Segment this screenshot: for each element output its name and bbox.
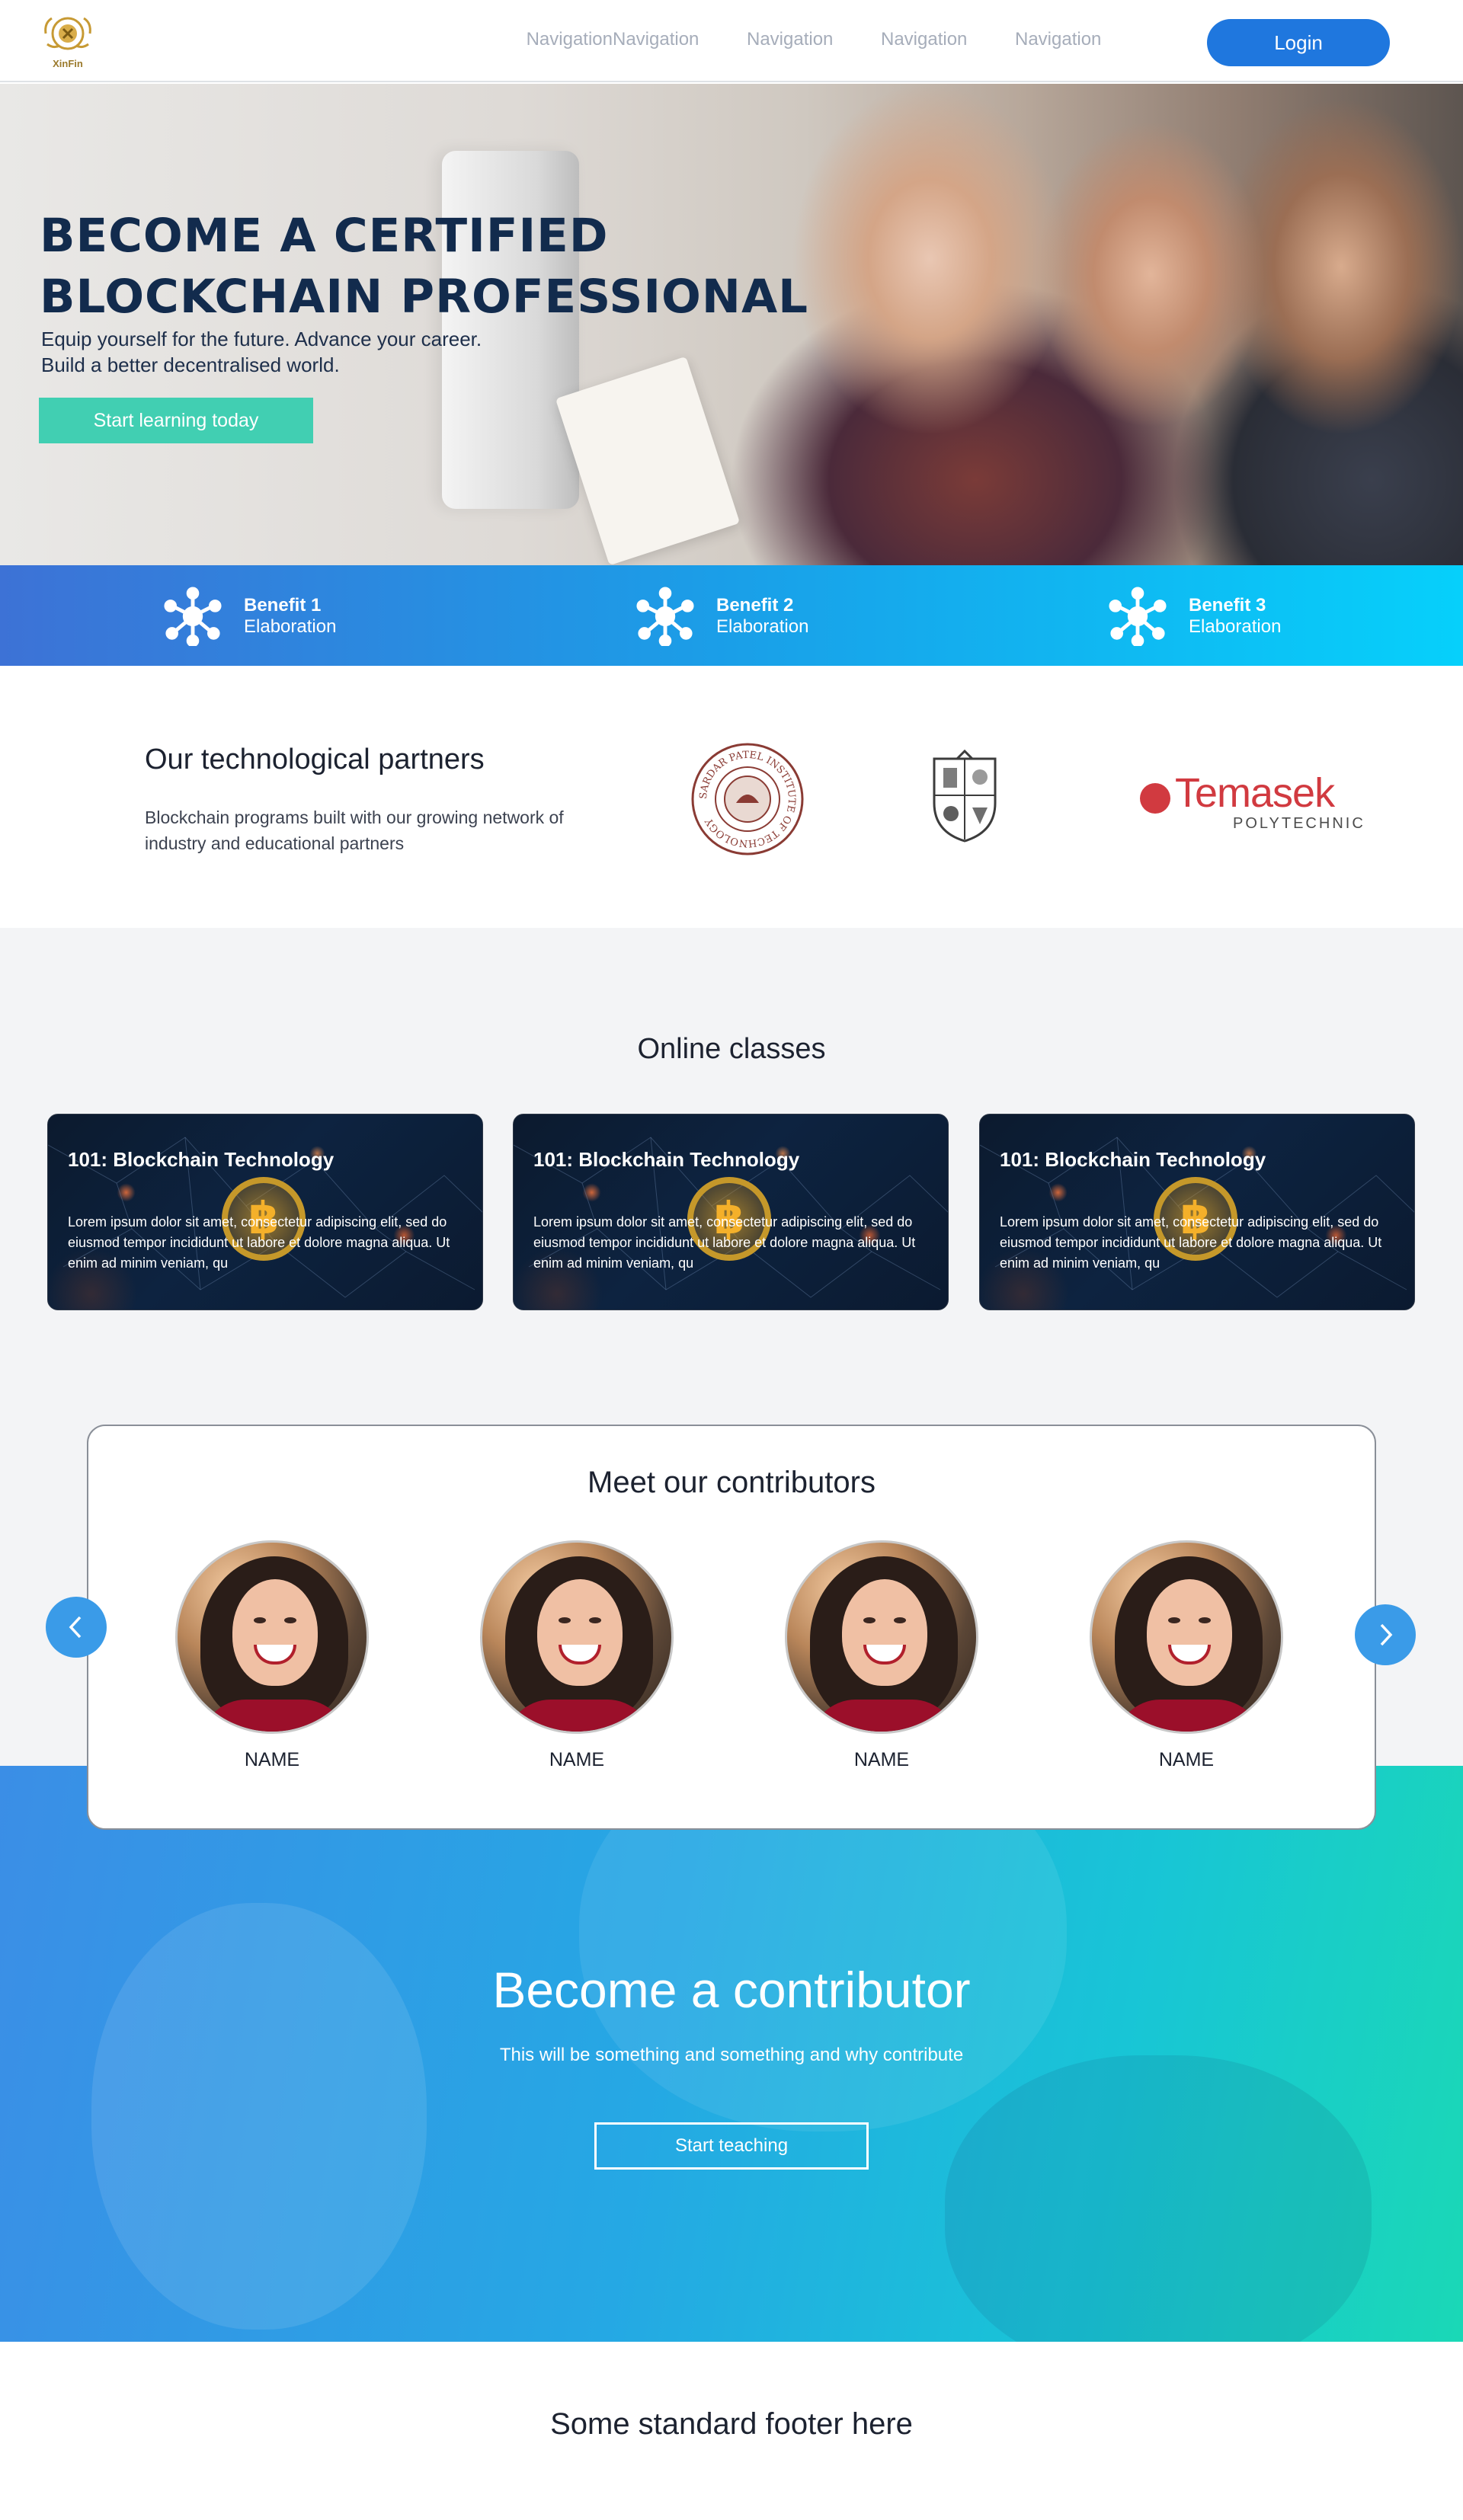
class-card-title: 101: Blockchain Technology xyxy=(68,1148,335,1171)
partners-title: Our technological partners xyxy=(145,744,485,776)
logo-text: XinFin xyxy=(53,58,83,69)
contributors-title: Meet our contributors xyxy=(587,1466,876,1499)
contributor-name: NAME xyxy=(244,1749,300,1770)
contributor-card[interactable]: NAME xyxy=(1090,1540,1283,1771)
start-learning-button[interactable]: Start learning today xyxy=(39,398,313,443)
footer-text: Some standard footer here xyxy=(550,2407,913,2441)
benefit-description: Elaboration xyxy=(244,616,337,637)
hero-subtitle-line-2: Build a better decentralised world. xyxy=(41,353,340,376)
benefit-2: Benefit 2 Elaboration xyxy=(635,587,808,646)
login-button[interactable]: Login xyxy=(1207,19,1390,66)
xinfin-logo[interactable]: XinFin xyxy=(41,14,94,70)
benefit-3-text: Benefit 3 Elaboration xyxy=(1189,595,1281,638)
hero-title-line-1: BECOME A CERTIFIED xyxy=(40,209,609,263)
hero-subtitle: Equip yourself for the future. Advance y… xyxy=(41,326,482,378)
nav-item-2[interactable]: Navigation xyxy=(613,29,747,50)
class-card-description: Lorem ipsum dolor sit amet, consectetur … xyxy=(1000,1214,1382,1271)
start-teaching-button[interactable]: Start teaching xyxy=(594,2122,869,2170)
partners-section: Our technological partners Blockchain pr… xyxy=(0,666,1463,928)
network-icon xyxy=(164,587,222,646)
site-footer: Some standard footer here xyxy=(0,2342,1463,2520)
chevron-left-icon xyxy=(69,1616,82,1639)
contributor-card[interactable]: NAME xyxy=(175,1540,369,1771)
contributor-card[interactable]: NAME xyxy=(785,1540,978,1771)
class-card-1[interactable]: ฿ 101: Blockchain Technology Lorem ipsum… xyxy=(47,1114,483,1310)
class-card-description: Lorem ipsum dolor sit amet, consectetur … xyxy=(68,1214,450,1271)
xinfin-logo-icon xyxy=(44,17,91,50)
site-header: XinFin Navigation Navigation Navigation … xyxy=(0,0,1463,82)
nav-item-5[interactable]: Navigation xyxy=(1015,29,1149,50)
background-photo-shape xyxy=(945,2055,1372,2342)
temasek-polytechnic-logo: Temasek POLYTECHNIC xyxy=(1138,770,1363,839)
contributor-card[interactable]: NAME xyxy=(480,1540,674,1771)
contributor-name: NAME xyxy=(1158,1749,1215,1770)
benefit-3: Benefit 3 Elaboration xyxy=(1108,587,1281,646)
chevron-right-icon xyxy=(1380,1623,1393,1646)
network-icon xyxy=(1109,587,1167,646)
benefit-1: Benefit 1 Elaboration xyxy=(163,587,336,646)
nav-item-3[interactable]: Navigation xyxy=(747,29,881,50)
benefit-1-text: Benefit 1 Elaboration xyxy=(244,595,336,638)
nav-item-1[interactable]: Navigation xyxy=(527,29,613,50)
benefit-description: Elaboration xyxy=(1189,616,1282,637)
hero-subtitle-line-1: Equip yourself for the future. Advance y… xyxy=(41,328,482,350)
benefit-2-text: Benefit 2 Elaboration xyxy=(716,595,808,638)
class-card-description: Lorem ipsum dolor sit amet, consectetur … xyxy=(533,1214,916,1271)
avatar xyxy=(480,1540,674,1734)
class-card-title: 101: Blockchain Technology xyxy=(1000,1148,1266,1171)
become-contributor-section: Become a contributor This will be someth… xyxy=(0,1766,1463,2342)
hero-photo-paper xyxy=(555,356,741,565)
partners-description: Blockchain programs built with our growi… xyxy=(145,807,564,853)
class-card-2[interactable]: ฿ 101: Blockchain Technology Lorem ipsum… xyxy=(513,1114,949,1310)
benefit-description: Elaboration xyxy=(716,616,809,637)
main-navigation: Navigation Navigation Navigation Navigat… xyxy=(527,29,1149,50)
hero-banner: BECOME A CERTIFIED BLOCKCHAIN PROFESSION… xyxy=(0,84,1463,565)
network-icon xyxy=(636,587,694,646)
contributor-name: NAME xyxy=(549,1749,605,1770)
benefits-bar: Benefit 1 Elaboration Benefit 2 Elaborat… xyxy=(0,565,1463,666)
class-card-title: 101: Blockchain Technology xyxy=(533,1148,800,1171)
avatar xyxy=(785,1540,978,1734)
sardar-patel-institute-seal: SARDAR PATEL INSTITUTE OF TECHNOLOGY xyxy=(691,743,804,855)
temasek-word: Temasek xyxy=(1175,770,1335,816)
crest-logo xyxy=(933,750,997,843)
become-contributor-text: This will be something and something and… xyxy=(499,2045,964,2065)
carousel-next-button[interactable] xyxy=(1355,1604,1416,1665)
become-contributor-title: Become a contributor xyxy=(492,1962,971,2018)
benefit-title: Benefit 2 xyxy=(716,595,794,616)
avatar xyxy=(1090,1540,1283,1734)
benefit-title: Benefit 1 xyxy=(244,595,322,616)
online-classes-title: Online classes xyxy=(637,1033,826,1065)
carousel-prev-button[interactable] xyxy=(46,1597,107,1658)
contributor-name: NAME xyxy=(853,1749,910,1770)
benefit-title: Benefit 3 xyxy=(1189,595,1266,616)
avatar xyxy=(175,1540,369,1734)
class-card-3[interactable]: ฿ 101: Blockchain Technology Lorem ipsum… xyxy=(979,1114,1415,1310)
hero-title-line-2: BLOCKCHAIN PROFESSIONAL xyxy=(40,270,809,324)
temasek-mark-icon xyxy=(1140,783,1170,814)
hero-title: BECOME A CERTIFIED BLOCKCHAIN PROFESSION… xyxy=(40,206,808,328)
temasek-sub: POLYTECHNIC xyxy=(1233,815,1365,832)
contributors-panel: Meet our contributors NAME NAME NAME NAM… xyxy=(87,1425,1376,1830)
nav-item-4[interactable]: Navigation xyxy=(881,29,1015,50)
